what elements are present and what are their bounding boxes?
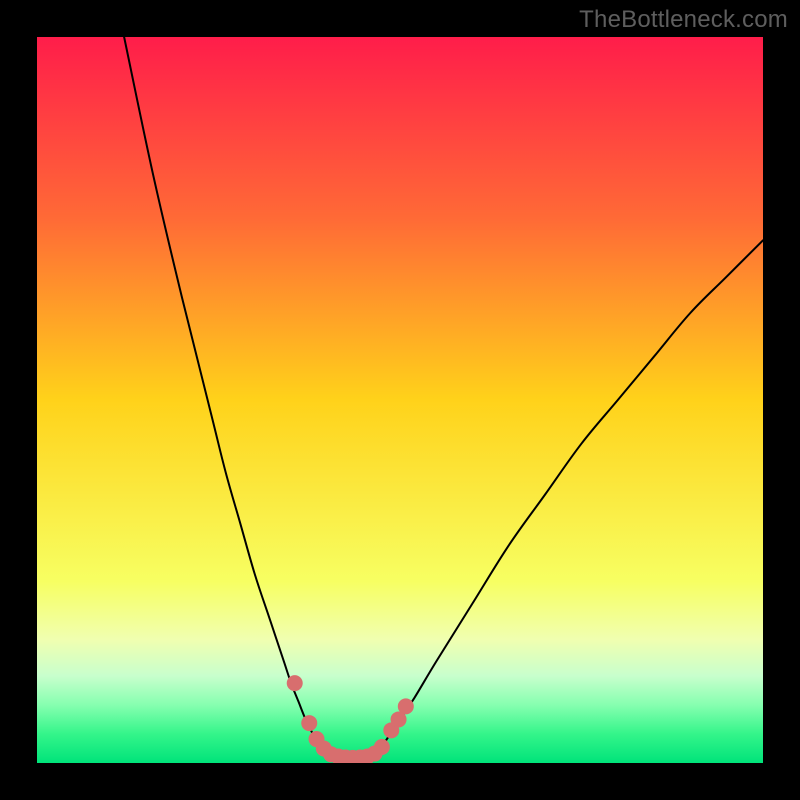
chart-svg [37, 37, 763, 763]
watermark-text: TheBottleneck.com [579, 6, 788, 34]
plot-area [37, 37, 763, 763]
data-point-dot [398, 698, 414, 714]
chart-frame: TheBottleneck.com [0, 0, 800, 800]
data-point-dot [287, 675, 303, 691]
data-point-dot [301, 715, 317, 731]
data-point-dot [374, 739, 390, 755]
